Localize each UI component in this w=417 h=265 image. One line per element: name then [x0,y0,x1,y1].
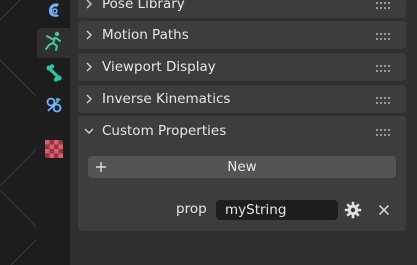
tab-object-data[interactable] [38,0,70,26]
panel-viewport-display[interactable]: Viewport Display [78,53,406,81]
bone-icon [44,63,64,87]
drag-grip-icon[interactable] [374,94,398,104]
panel-title: Inverse Kinematics [102,91,231,107]
panel-title: Viewport Display [102,59,216,75]
panel-custom-properties: Custom Properties New prop myString [78,116,406,231]
chevron-right-icon [78,94,100,104]
gear-icon[interactable] [342,200,364,220]
drag-grip-icon[interactable] [374,62,398,72]
plus-icon [88,161,114,173]
chevron-down-icon [78,126,100,136]
properties-editor: Pose Library Motion Paths Viewport Displ… [70,0,417,265]
panel-motion-paths[interactable]: Motion Paths [78,21,406,49]
blender-properties-area: Pose Library Motion Paths Viewport Displ… [0,0,417,265]
object-data-icon [44,0,64,23]
panel-title: Pose Library [102,0,185,12]
properties-tab-bar [36,0,70,265]
custom-property-row: prop myString [78,200,406,220]
panel-title: Motion Paths [102,27,189,43]
chevron-right-icon [78,62,100,72]
tab-bone-constraints[interactable] [38,92,70,122]
new-property-button[interactable]: New [88,156,396,178]
tab-bone[interactable] [38,60,70,90]
panel-pose-library[interactable]: Pose Library [78,0,406,18]
panel-inverse-kinematics[interactable]: Inverse Kinematics [78,85,406,113]
close-icon[interactable] [374,200,394,220]
chevron-right-icon [78,0,100,9]
property-value-field[interactable]: myString [216,200,338,220]
drag-grip-icon[interactable] [374,126,398,136]
panel-title: Custom Properties [102,123,227,139]
chevron-right-icon [78,30,100,40]
armature-pose-icon [43,30,65,56]
viewport-edge[interactable] [0,0,36,265]
property-name: prop [176,201,207,217]
panel-header-custom-properties[interactable]: Custom Properties [78,116,406,146]
tab-pose[interactable] [37,28,70,58]
bone-constraint-icon [44,95,64,119]
drag-grip-icon[interactable] [374,0,398,9]
texture-icon [45,140,63,162]
drag-grip-icon[interactable] [374,30,398,40]
tab-texture[interactable] [38,136,70,166]
new-button-label: New [227,159,257,175]
